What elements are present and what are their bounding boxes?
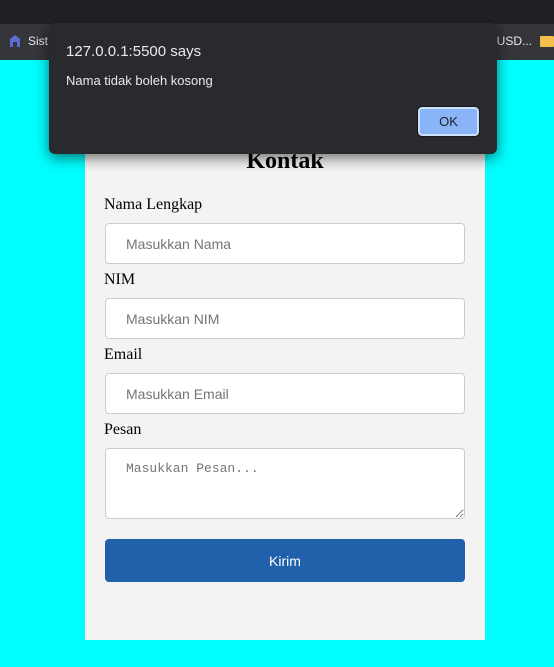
dialog-title: 127.0.0.1:5500 says <box>66 43 202 60</box>
bookmark-item-right[interactable]: CUSD... <box>488 34 554 48</box>
name-input[interactable] <box>105 223 465 264</box>
bookmark-label-left: Sist <box>28 34 49 48</box>
site-favicon-icon <box>8 34 22 48</box>
dialog-message: Nama tidak boleh kosong <box>66 73 213 88</box>
nim-input[interactable] <box>105 298 465 339</box>
ok-button[interactable]: OK <box>417 106 480 137</box>
email-label: Email <box>104 346 143 363</box>
alert-dialog: 127.0.0.1:5500 says Nama tidak boleh kos… <box>49 23 497 154</box>
browser-tab-strip <box>0 0 554 24</box>
name-label: Nama Lengkap <box>104 196 203 213</box>
nim-label: NIM <box>104 271 136 288</box>
message-label: Pesan <box>104 421 142 438</box>
submit-button[interactable]: Kirim <box>105 539 465 582</box>
message-textarea[interactable] <box>105 448 465 519</box>
folder-icon <box>540 35 554 47</box>
email-input[interactable] <box>105 373 465 414</box>
bookmark-item-left[interactable]: Sist <box>8 34 48 48</box>
contact-form-card: Kontak Nama Lengkap NIM Email Pesan Kiri… <box>85 96 485 640</box>
